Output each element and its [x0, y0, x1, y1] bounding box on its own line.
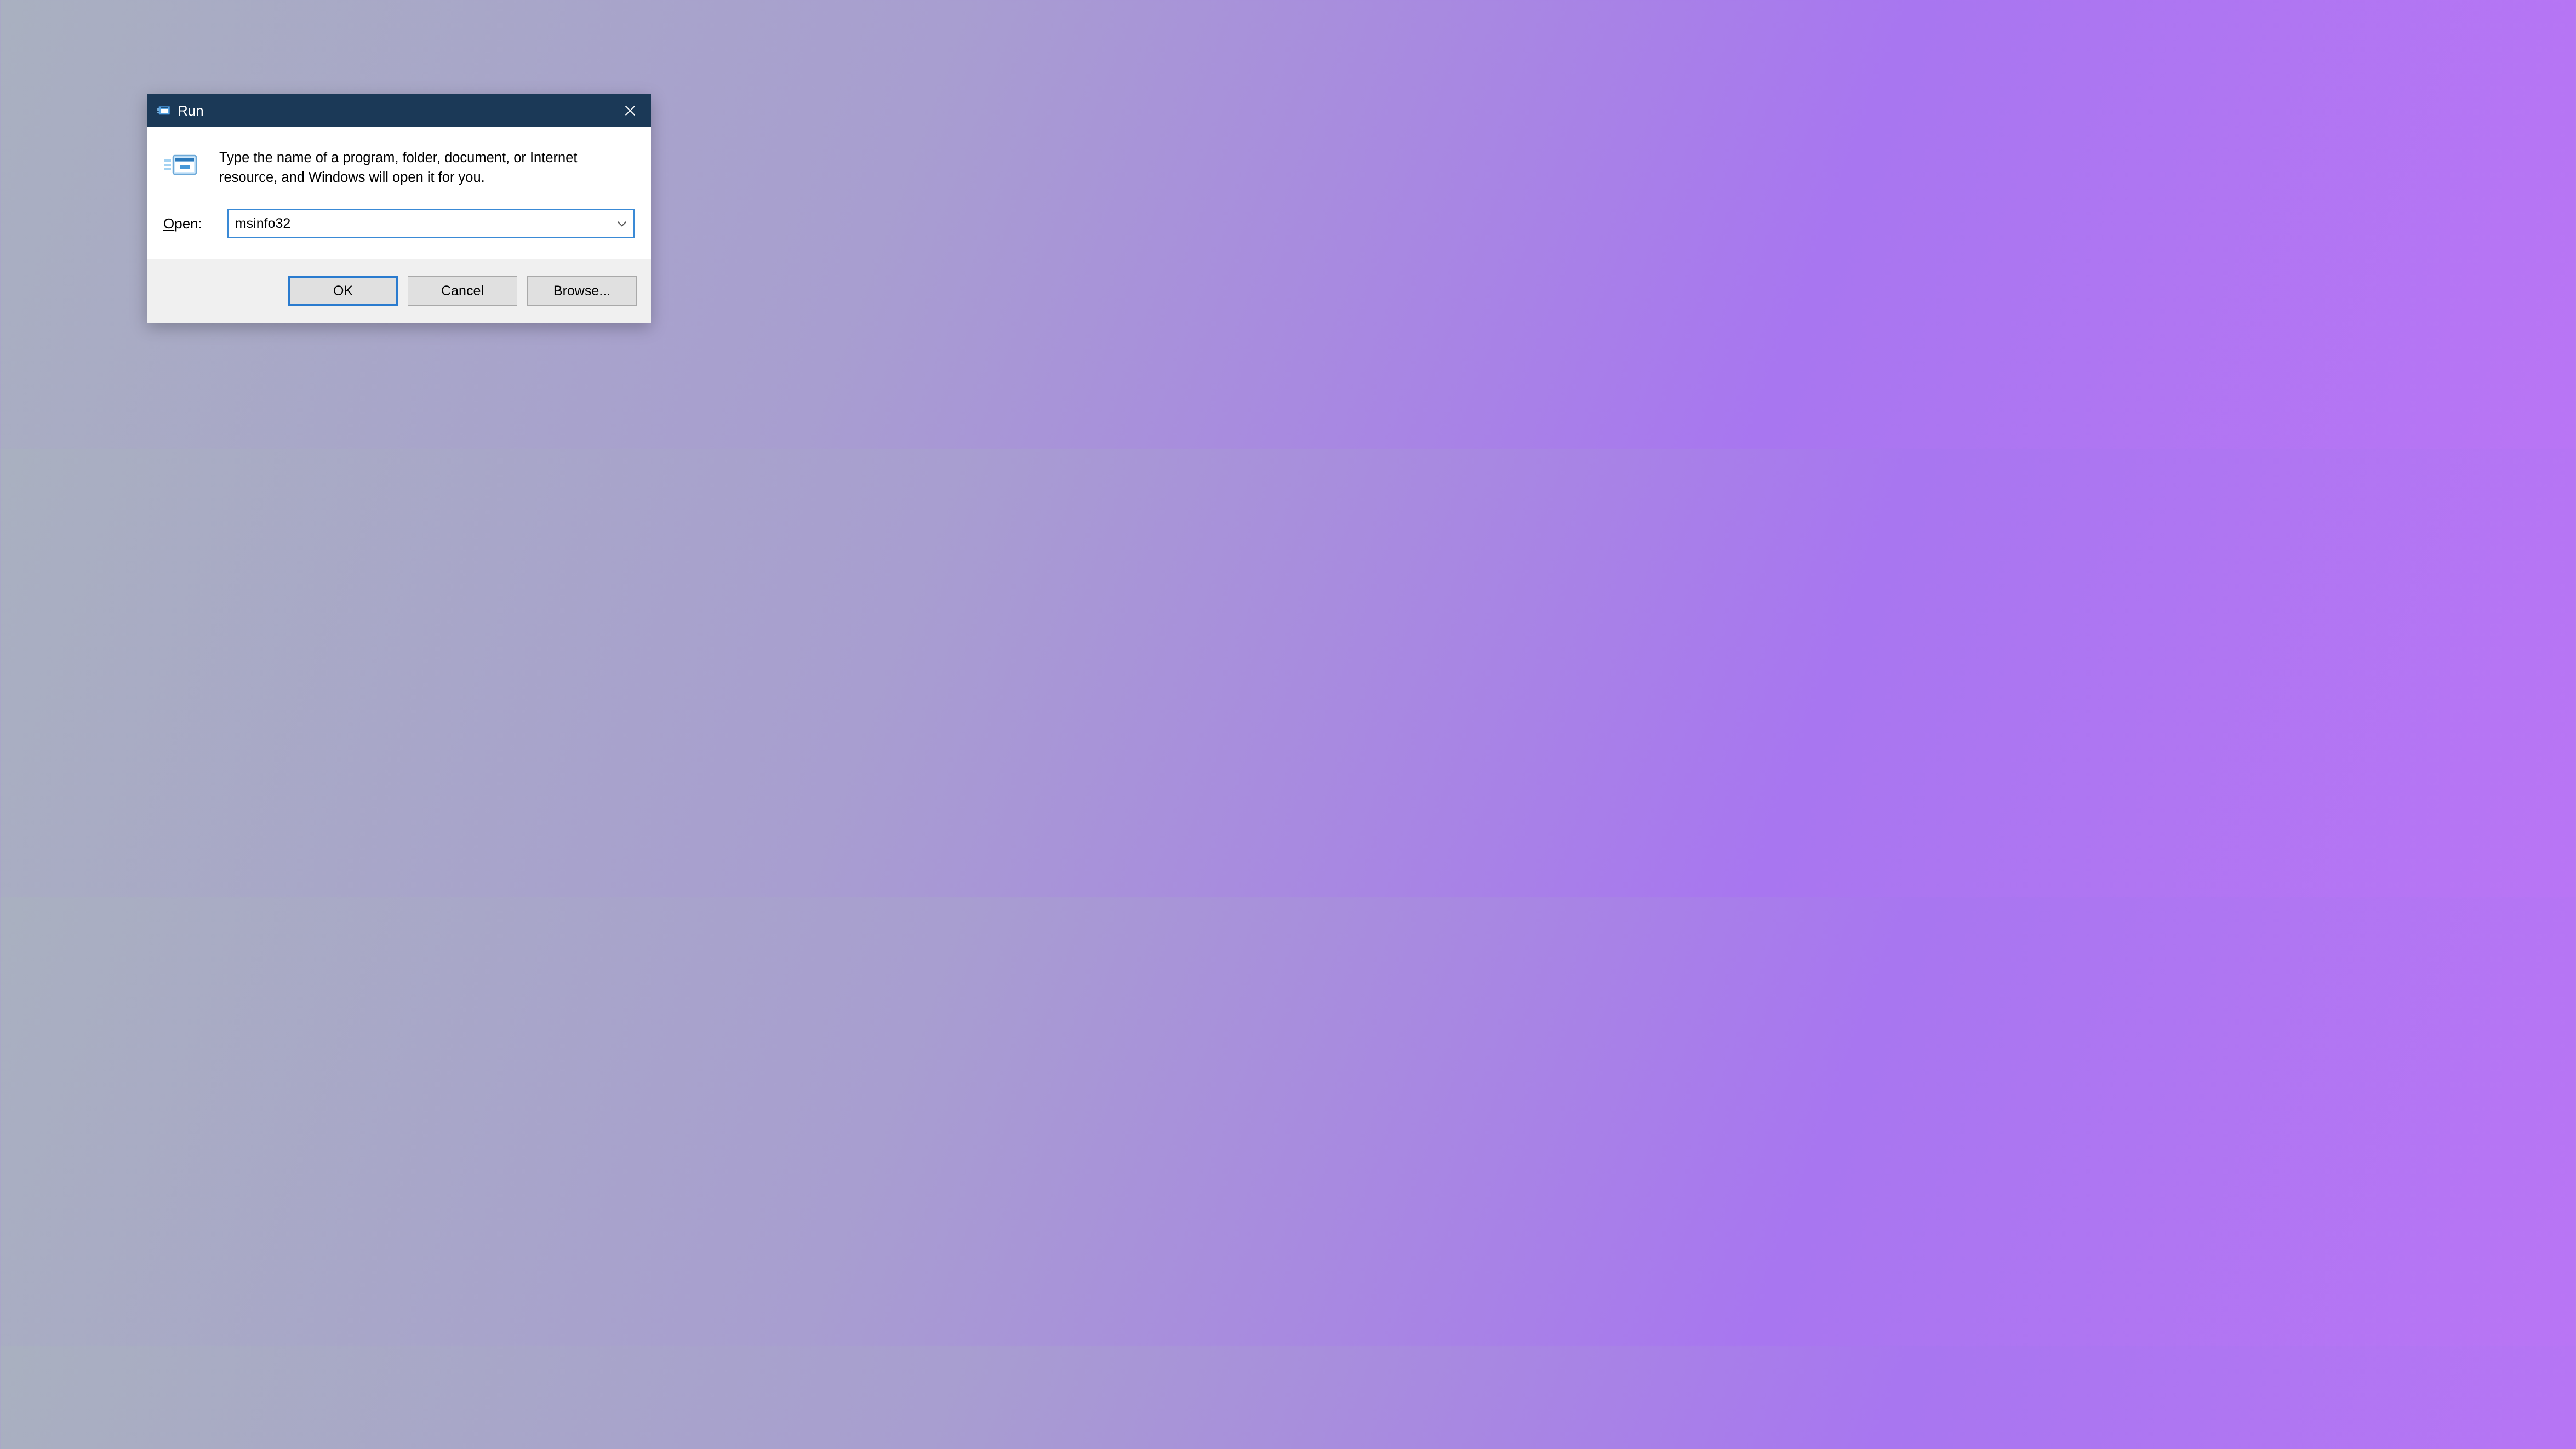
open-label: Open: — [163, 215, 202, 232]
run-large-icon — [163, 150, 201, 185]
chevron-down-icon — [617, 221, 627, 227]
instruction-text: Type the name of a program, folder, docu… — [219, 148, 625, 187]
dialog-body: Type the name of a program, folder, docu… — [147, 127, 651, 259]
cancel-button[interactable]: Cancel — [408, 276, 517, 306]
run-dialog: Run Type the name of a progra — [147, 94, 651, 323]
ok-button[interactable]: OK — [288, 276, 398, 306]
open-input[interactable] — [229, 210, 610, 237]
close-button[interactable] — [618, 94, 642, 127]
dialog-footer: OK Cancel Browse... — [147, 259, 651, 323]
run-icon — [157, 103, 172, 118]
open-combobox[interactable] — [227, 209, 635, 238]
browse-button[interactable]: Browse... — [527, 276, 637, 306]
dropdown-button[interactable] — [610, 221, 633, 227]
window-title: Run — [178, 102, 204, 119]
close-icon — [624, 104, 637, 117]
titlebar[interactable]: Run — [147, 94, 651, 127]
